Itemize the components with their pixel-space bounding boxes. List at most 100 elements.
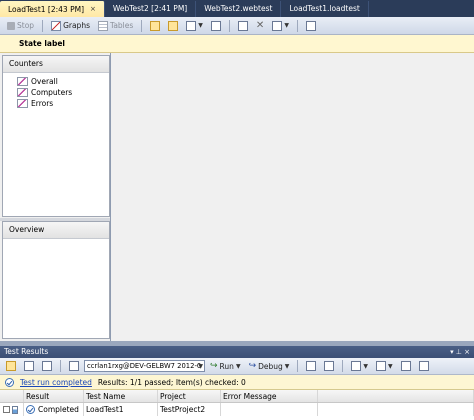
- tab-loadtest1-result[interactable]: LoadTest1 [2:43 PM] ×: [0, 1, 105, 17]
- graphs-button[interactable]: Graphs: [48, 19, 93, 33]
- tables-label: Tables: [109, 21, 134, 30]
- publish-icon: [400, 361, 411, 371]
- tab-label: LoadTest1.loadtest: [289, 4, 360, 13]
- stop-button[interactable]: Stop: [4, 19, 37, 33]
- toolbar-separator: [297, 360, 299, 372]
- error-message-cell: [221, 403, 318, 416]
- layout-one-panel-button[interactable]: [147, 19, 163, 33]
- tree-item-errors[interactable]: Errors: [3, 98, 109, 109]
- chevron-down-icon: ▼: [363, 362, 369, 370]
- tree-item-label: Overall: [31, 77, 58, 86]
- tab-label: WebTest2 [2:41 PM]: [112, 4, 188, 13]
- find-icon: [42, 361, 52, 371]
- project-cell: TestProject2: [158, 403, 221, 416]
- test-results-title-bar: Test Results ▾ ⊥ ×: [0, 346, 474, 358]
- column-header-project[interactable]: Project: [158, 390, 221, 402]
- document-tab-strip: LoadTest1 [2:43 PM] × WebTest2 [2:41 PM]…: [0, 0, 474, 17]
- layout-graph-button[interactable]: [165, 19, 181, 33]
- find-button[interactable]: [39, 359, 55, 373]
- export-results-button[interactable]: ▼: [373, 359, 396, 373]
- tree-item-overall[interactable]: Overall: [3, 76, 109, 87]
- group-icon: [24, 361, 34, 371]
- graph-layout-icon: [168, 20, 179, 31]
- left-pane: Counters Overall Computers Errors Overvi…: [0, 53, 111, 341]
- tree-item-computers[interactable]: Computers: [3, 87, 109, 98]
- filter-button[interactable]: [3, 359, 19, 373]
- test-run-completed-link[interactable]: Test run completed: [20, 378, 92, 387]
- tables-button[interactable]: Tables: [95, 19, 136, 33]
- check-circle-icon: [5, 377, 14, 387]
- state-label-bar: State label: [0, 35, 474, 53]
- add-counter-button[interactable]: [235, 19, 251, 33]
- close-icon[interactable]: ×: [90, 2, 96, 17]
- result-cell: Completed: [24, 403, 84, 416]
- row-checkbox[interactable]: [3, 406, 10, 413]
- pause-button[interactable]: [303, 359, 319, 373]
- chevron-down-icon: ▼: [235, 362, 241, 370]
- delete-button[interactable]: ✕: [253, 19, 267, 33]
- run-button[interactable]: ↪ Run ▼: [207, 359, 244, 373]
- tab-webtest2-result[interactable]: WebTest2 [2:41 PM]: [105, 1, 197, 17]
- toolbar-separator: [60, 360, 61, 372]
- column-header-filler: [318, 390, 474, 402]
- counters-panel: Counters Overall Computers Errors: [2, 55, 110, 217]
- check-circle-icon: [26, 405, 35, 414]
- details-button[interactable]: [416, 359, 432, 373]
- delete-icon: ✕: [255, 19, 265, 31]
- tree-item-label: Errors: [31, 99, 54, 108]
- test-run-combo-value: ccrlan1rxg@DEV-GELBW7 2012-0: [87, 362, 202, 370]
- debug-icon: ↪: [248, 361, 257, 371]
- tab-label: WebTest2.webtest: [204, 4, 273, 13]
- stop-icon: [324, 361, 335, 371]
- counters-header: Counters: [3, 56, 109, 73]
- row-select-cell: [0, 403, 24, 416]
- filter-icon: [6, 361, 16, 371]
- refresh-button[interactable]: [66, 359, 82, 373]
- tree-item-label: Computers: [31, 88, 73, 97]
- graph-area[interactable]: [111, 53, 474, 341]
- chevron-down-icon: ▼: [284, 22, 289, 29]
- stop-run-button[interactable]: [321, 359, 337, 373]
- import-button[interactable]: ▼: [348, 359, 371, 373]
- counter-category-icon: [17, 88, 28, 97]
- properties-button[interactable]: ▼: [269, 19, 292, 33]
- toolbar-separator: [342, 360, 344, 372]
- two-panel-icon: [186, 20, 197, 31]
- result-value: Completed: [38, 405, 79, 414]
- test-results-grid: Result Test Name Project Error Message C…: [0, 390, 474, 420]
- debug-button[interactable]: ↪ Debug ▼: [246, 359, 293, 373]
- import-icon: [351, 361, 362, 371]
- test-run-combo[interactable]: ccrlan1rxg@DEV-GELBW7 2012-0 ▼: [84, 360, 205, 372]
- publish-button[interactable]: [398, 359, 414, 373]
- chevron-down-icon: ▼: [198, 363, 203, 370]
- table-row[interactable]: Completed LoadTest1 TestProject2: [0, 403, 474, 416]
- pin-icon[interactable]: ▾ ⊥ ×: [450, 346, 470, 358]
- grid-header-row: Result Test Name Project Error Message: [0, 390, 474, 403]
- column-header-test-name[interactable]: Test Name: [84, 390, 158, 402]
- graphs-label: Graphs: [63, 21, 90, 30]
- test-results-title: Test Results: [4, 347, 49, 356]
- toolbar-separator: [141, 19, 143, 32]
- column-header-error-message[interactable]: Error Message: [221, 390, 318, 402]
- layout-two-panel-button[interactable]: ▼: [183, 19, 206, 33]
- table-icon: [97, 20, 108, 31]
- column-header-result[interactable]: Result: [24, 390, 84, 402]
- export-button[interactable]: [303, 19, 319, 33]
- analyze-button[interactable]: [208, 19, 224, 33]
- test-name-cell: LoadTest1: [84, 403, 158, 416]
- group-button[interactable]: [21, 359, 37, 373]
- load-test-icon: [12, 405, 18, 414]
- add-counter-icon: [237, 20, 248, 31]
- properties-icon: [272, 20, 283, 31]
- export-icon: [376, 361, 387, 371]
- tab-webtest2-file[interactable]: WebTest2.webtest: [196, 1, 282, 17]
- run-icon: ↪: [210, 361, 218, 371]
- toolbar-separator: [42, 19, 44, 32]
- test-run-status-bar: Test run completed Results: 1/1 passed; …: [0, 375, 474, 390]
- tab-loadtest1-file[interactable]: LoadTest1.loadtest: [281, 1, 369, 17]
- counter-category-icon: [17, 77, 28, 86]
- analyze-icon: [210, 20, 221, 31]
- run-label: Run: [219, 361, 234, 371]
- chevron-down-icon: ▼: [284, 362, 290, 370]
- details-icon: [418, 361, 429, 371]
